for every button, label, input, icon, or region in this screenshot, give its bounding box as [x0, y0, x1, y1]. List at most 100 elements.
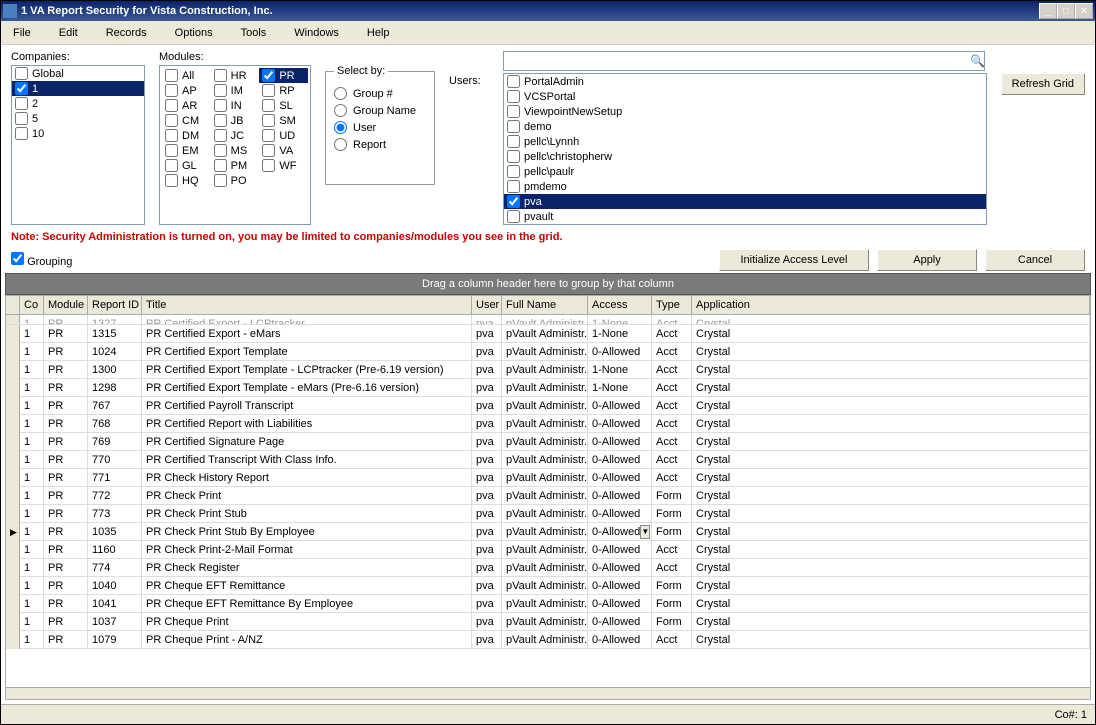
user-item[interactable]: pva — [504, 194, 986, 209]
table-row[interactable]: 1PR1079PR Cheque Print - A/NZpvapVault A… — [6, 631, 1090, 649]
menu-windows[interactable]: Windows — [288, 25, 345, 41]
table-row[interactable]: 1PR773PR Check Print StubpvapVault Admin… — [6, 505, 1090, 523]
module-item[interactable]: AR — [162, 98, 211, 113]
cancel-button[interactable]: Cancel — [985, 249, 1085, 271]
table-row[interactable]: 1PR774PR Check RegisterpvapVault Adminis… — [6, 559, 1090, 577]
close-button[interactable]: ✕ — [1075, 3, 1093, 19]
table-row[interactable]: 1PR771PR Check History ReportpvapVault A… — [6, 469, 1090, 487]
titlebar: 1 VA Report Security for Vista Construct… — [1, 1, 1095, 21]
module-item[interactable]: WF — [259, 158, 308, 173]
grid-header[interactable]: CoModuleReport IDTitleUserFull NameAcces… — [6, 296, 1090, 315]
user-item[interactable]: pellc\christopherw — [504, 149, 986, 164]
grouping-checkbox[interactable]: Grouping — [11, 252, 72, 268]
user-item[interactable]: pellc\Lynnh — [504, 134, 986, 149]
module-item[interactable]: JB — [211, 113, 260, 128]
module-item[interactable]: RP — [259, 83, 308, 98]
table-row[interactable]: 1PR769PR Certified Signature PagepvapVau… — [6, 433, 1090, 451]
module-item[interactable]: AP — [162, 83, 211, 98]
column-header[interactable]: Co — [20, 296, 44, 314]
apply-button[interactable]: Apply — [877, 249, 977, 271]
user-item[interactable]: PortalAdmin — [504, 74, 986, 89]
selectby-legend: Select by: — [334, 65, 388, 77]
module-item[interactable]: DM — [162, 128, 211, 143]
module-item[interactable]: PO — [211, 173, 260, 188]
access-dropdown-icon[interactable]: ▼ — [640, 525, 650, 539]
module-item[interactable]: HR — [211, 68, 260, 83]
search-icon[interactable]: 🔍 — [969, 54, 987, 68]
selectby-groupnum[interactable]: Group # — [334, 87, 426, 100]
table-row[interactable]: 1PR767PR Certified Payroll Transcriptpva… — [6, 397, 1090, 415]
companies-list[interactable]: Global12510 — [11, 65, 145, 225]
menu-help[interactable]: Help — [361, 25, 396, 41]
column-header[interactable]: Module — [44, 296, 88, 314]
column-header[interactable]: User — [472, 296, 502, 314]
column-header[interactable]: Full Name — [502, 296, 588, 314]
user-item[interactable]: pellc\paulr — [504, 164, 986, 179]
user-item[interactable]: demo — [504, 119, 986, 134]
table-row[interactable]: 1PR768PR Certified Report with Liabiliti… — [6, 415, 1090, 433]
table-row[interactable]: 1PR1037PR Cheque PrintpvapVault Administ… — [6, 613, 1090, 631]
user-item[interactable]: ViewpointNewSetup — [504, 104, 986, 119]
module-item[interactable]: VA — [259, 143, 308, 158]
column-header[interactable]: Type — [652, 296, 692, 314]
module-item[interactable]: UD — [259, 128, 308, 143]
module-item[interactable]: JC — [211, 128, 260, 143]
table-row[interactable]: 1PR1298PR Certified Export Template - eM… — [6, 379, 1090, 397]
company-item[interactable]: Global — [12, 66, 144, 81]
table-row[interactable]: 1PR1315PR Certified Export - eMarspvapVa… — [6, 325, 1090, 343]
modules-list[interactable]: AllAPARCMDMEMGLHQ HRIMINJBJCMSPMPO PRRPSLS… — [159, 65, 311, 225]
table-row[interactable]: 1PR770PR Certified Transcript With Class… — [6, 451, 1090, 469]
user-item[interactable]: VCSPortal — [504, 89, 986, 104]
module-item[interactable]: All — [162, 68, 211, 83]
menu-records[interactable]: Records — [100, 25, 153, 41]
company-item[interactable]: 5 — [12, 111, 144, 126]
grid-body[interactable]: 1PR1327PR Certified Export - LCPtrackerp… — [6, 315, 1090, 687]
module-item[interactable]: SM — [259, 113, 308, 128]
company-item[interactable]: 2 — [12, 96, 144, 111]
table-row[interactable]: 1PR1024PR Certified Export TemplatepvapV… — [6, 343, 1090, 361]
init-access-button[interactable]: Initialize Access Level — [719, 249, 869, 271]
module-item[interactable]: PM — [211, 158, 260, 173]
table-row[interactable]: 1PR1040PR Cheque EFT RemittancepvapVault… — [6, 577, 1090, 595]
app-icon — [3, 4, 17, 18]
column-header[interactable]: Report ID — [88, 296, 142, 314]
table-row[interactable]: 1PR772PR Check PrintpvapVault Administr.… — [6, 487, 1090, 505]
column-header[interactable]: Access — [588, 296, 652, 314]
user-item[interactable]: pvault — [504, 209, 986, 224]
table-row[interactable]: 1PR1160PR Check Print-2-Mail FormatpvapV… — [6, 541, 1090, 559]
menu-tools[interactable]: Tools — [235, 25, 273, 41]
menu-file[interactable]: File — [7, 25, 37, 41]
company-item[interactable]: 1 — [12, 81, 144, 96]
table-row[interactable]: 1PR1041PR Cheque EFT Remittance By Emplo… — [6, 595, 1090, 613]
selectby-report[interactable]: Report — [334, 138, 426, 151]
module-item[interactable]: IM — [211, 83, 260, 98]
selectby-group: Select by: Group # Group Name User Report — [325, 65, 435, 185]
module-item[interactable]: CM — [162, 113, 211, 128]
menu-options[interactable]: Options — [169, 25, 219, 41]
column-header[interactable]: Title — [142, 296, 472, 314]
module-item[interactable]: GL — [162, 158, 211, 173]
selectby-groupname[interactable]: Group Name — [334, 104, 426, 117]
refresh-grid-button[interactable]: Refresh Grid — [1001, 73, 1085, 95]
groupby-bar[interactable]: Drag a column header here to group by th… — [5, 273, 1091, 295]
table-row[interactable]: ▶1PR1035PR Check Print Stub By Employeep… — [6, 523, 1090, 541]
search-input[interactable] — [503, 51, 985, 71]
module-item[interactable]: EM — [162, 143, 211, 158]
table-row[interactable]: 1PR1300PR Certified Export Template - LC… — [6, 361, 1090, 379]
menu-edit[interactable]: Edit — [53, 25, 84, 41]
security-note: Note: Security Administration is turned … — [1, 227, 1095, 247]
module-item[interactable]: IN — [211, 98, 260, 113]
module-item[interactable]: PR — [259, 68, 308, 83]
module-item[interactable]: SL — [259, 98, 308, 113]
column-header[interactable]: Application — [692, 296, 1090, 314]
company-item[interactable]: 10 — [12, 126, 144, 141]
selectby-user[interactable]: User — [334, 121, 426, 134]
minimize-button[interactable]: _ — [1039, 3, 1057, 19]
module-item[interactable]: MS — [211, 143, 260, 158]
user-item[interactable]: pmdemo — [504, 179, 986, 194]
users-label: Users: — [449, 75, 489, 87]
maximize-button[interactable]: □ — [1057, 3, 1075, 19]
companies-label: Companies: — [11, 51, 145, 63]
users-list[interactable]: PortalAdminVCSPortalViewpointNewSetupdem… — [503, 73, 987, 225]
module-item[interactable]: HQ — [162, 173, 211, 188]
